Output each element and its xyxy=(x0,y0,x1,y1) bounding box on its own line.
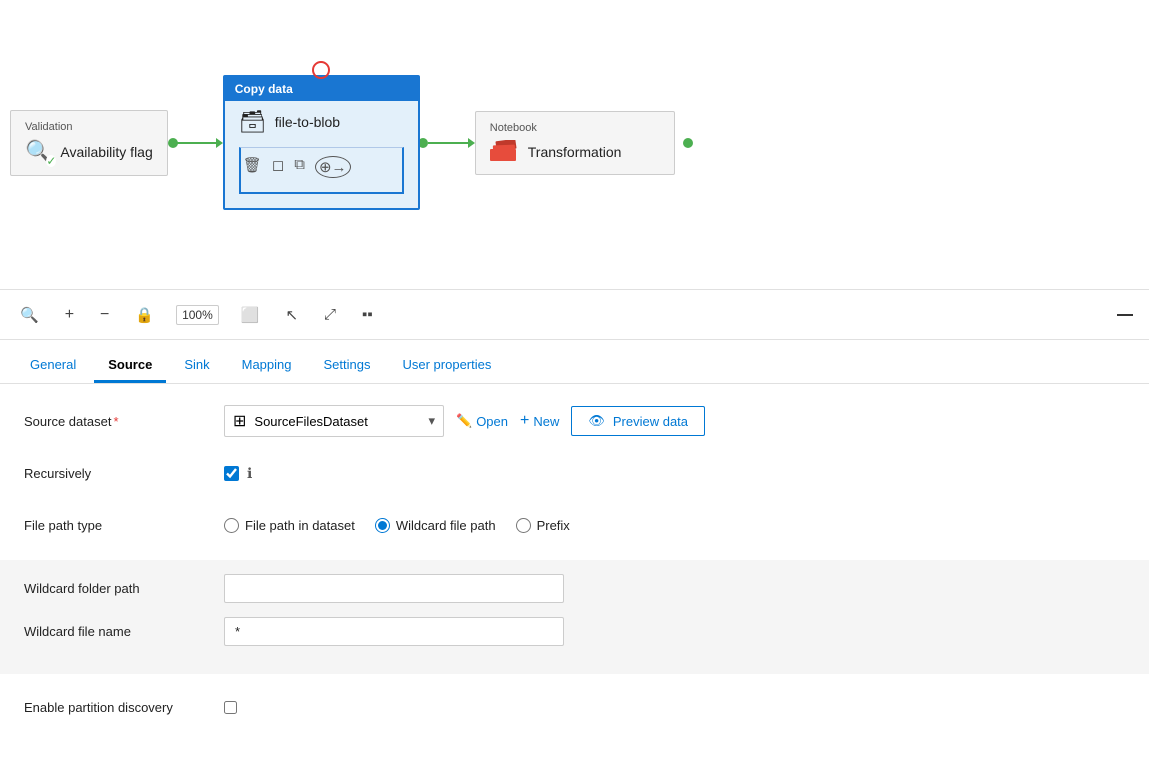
collapse-bar[interactable] xyxy=(1117,314,1133,316)
edit-icon[interactable]: ◻ xyxy=(272,156,284,178)
copy-data-body: 🗃 file-to-blob xyxy=(239,109,404,135)
copy-data-label: file-to-blob xyxy=(275,114,340,130)
lock-icon[interactable]: 🔒 xyxy=(131,302,158,328)
new-link[interactable]: + New xyxy=(520,412,559,430)
tab-user-properties[interactable]: User properties xyxy=(388,349,505,383)
recursively-checkbox[interactable] xyxy=(224,466,239,481)
arrow-2 xyxy=(420,138,475,148)
recursively-row: Recursively ℹ xyxy=(24,456,1125,490)
minimap-icon[interactable]: ▪▪ xyxy=(358,302,377,327)
fit-frame-icon[interactable]: ⬜ xyxy=(237,302,264,328)
wildcard-folder-label: Wildcard folder path xyxy=(24,581,224,596)
arrow-head-2 xyxy=(468,138,475,148)
validation-node-title: Validation xyxy=(25,121,153,133)
file-path-type-label: File path type xyxy=(24,518,224,533)
arrow-1 xyxy=(168,138,223,148)
arrow-line-2 xyxy=(428,142,468,144)
dropdown-arrow-icon: ▾ xyxy=(428,413,435,429)
wildcard-folder-input[interactable] xyxy=(224,574,564,603)
add-next-icon[interactable]: ⊕→ xyxy=(315,156,351,178)
copy-data-db-icon: 🗃 xyxy=(239,109,267,135)
source-dataset-row: Source dataset* ⊞ SourceFilesDataset ▾ ✏… xyxy=(24,404,1125,438)
partition-discovery-label: Enable partition discovery xyxy=(24,700,224,715)
pipeline-flow: Validation 🔍✓ Availability flag Copy dat… xyxy=(10,75,693,210)
search-icon[interactable] xyxy=(16,302,43,328)
radio-prefix-label: Prefix xyxy=(537,518,570,533)
notebook-node[interactable]: Notebook Transformation xyxy=(475,111,675,175)
wildcard-folder-row: Wildcard folder path xyxy=(24,574,1125,617)
partition-discovery-row: Enable partition discovery xyxy=(24,690,1125,724)
tab-mapping[interactable]: Mapping xyxy=(228,349,306,383)
wildcard-file-controls: * xyxy=(224,617,1125,646)
toolbar-right-area xyxy=(1117,314,1133,316)
plus-icon: + xyxy=(520,412,529,430)
tab-settings[interactable]: Settings xyxy=(310,349,385,383)
radio-wildcard-label: Wildcard file path xyxy=(396,518,496,533)
wildcard-section: Wildcard folder path Wildcard file name … xyxy=(0,560,1149,674)
notebook-node-body: Transformation xyxy=(490,140,660,164)
notebook-node-label: Transformation xyxy=(528,144,622,160)
form-area: Source dataset* ⊞ SourceFilesDataset ▾ ✏… xyxy=(0,384,1149,762)
tab-general[interactable]: General xyxy=(16,349,90,383)
canvas-toolbar: 🔒 100% ⬜ ↖ ⤢ ▪▪ xyxy=(0,290,1149,340)
arrow-3 xyxy=(675,138,693,148)
dataset-grid-icon: ⊞ xyxy=(233,411,246,431)
dataset-value: SourceFilesDataset xyxy=(254,414,367,429)
radio-prefix-input[interactable] xyxy=(516,518,531,533)
delete-icon[interactable]: 🗑 xyxy=(243,156,262,178)
source-dataset-select[interactable]: ⊞ SourceFilesDataset ▾ xyxy=(224,405,444,437)
copy-data-title: Copy data xyxy=(225,77,418,101)
wildcard-folder-controls xyxy=(224,574,1125,603)
copy-data-actions: 🗑 ◻ ⧉ ⊕→ xyxy=(239,147,404,194)
preview-data-button[interactable]: 👁 Preview data xyxy=(571,406,705,436)
validation-node[interactable]: Validation 🔍✓ Availability flag xyxy=(10,110,168,176)
file-path-type-row: File path type File path in dataset Wild… xyxy=(24,508,1125,542)
radio-prefix[interactable]: Prefix xyxy=(516,518,570,533)
validation-node-label: Availability flag xyxy=(60,144,152,160)
wildcard-file-row: Wildcard file name * xyxy=(24,617,1125,660)
duplicate-icon[interactable]: ⧉ xyxy=(294,156,305,178)
file-path-type-controls: File path in dataset Wildcard file path … xyxy=(224,518,1125,533)
source-dataset-label: Source dataset* xyxy=(24,414,224,429)
required-star: * xyxy=(113,414,118,429)
radio-dataset[interactable]: File path in dataset xyxy=(224,518,355,533)
pencil-icon: ✏️ xyxy=(456,413,472,429)
radio-dataset-input[interactable] xyxy=(224,518,239,533)
recursively-label: Recursively xyxy=(24,466,224,481)
arrow-line xyxy=(176,142,216,144)
preview-icon: 👁 xyxy=(588,413,605,429)
tab-source[interactable]: Source xyxy=(94,349,166,383)
notebook-icon xyxy=(490,140,520,164)
select-cursor-icon[interactable]: ↖ xyxy=(281,302,302,328)
notebook-node-title: Notebook xyxy=(490,122,660,134)
arrow-head xyxy=(216,138,223,148)
source-dataset-controls: ⊞ SourceFilesDataset ▾ ✏️ Open + New 👁 P… xyxy=(224,405,1125,437)
wildcard-file-label: Wildcard file name xyxy=(24,624,224,639)
info-icon[interactable]: ℹ xyxy=(247,465,252,482)
radio-wildcard[interactable]: Wildcard file path xyxy=(375,518,496,533)
file-path-radio-group: File path in dataset Wildcard file path … xyxy=(224,518,570,533)
radio-wildcard-input[interactable] xyxy=(375,518,390,533)
recursively-controls: ℹ xyxy=(224,465,1125,482)
tab-sink[interactable]: Sink xyxy=(170,349,223,383)
wildcard-file-input[interactable]: * xyxy=(224,617,564,646)
red-circle-indicator xyxy=(312,61,330,79)
pipeline-canvas: Validation 🔍✓ Availability flag Copy dat… xyxy=(0,0,1149,290)
partition-discovery-controls xyxy=(224,701,1125,714)
radio-dataset-label: File path in dataset xyxy=(245,518,355,533)
zoom-level[interactable]: 100% xyxy=(176,305,219,325)
resize-icon[interactable]: ⤢ xyxy=(320,302,340,327)
recursively-checkbox-row: ℹ xyxy=(224,465,252,482)
partition-discovery-checkbox[interactable] xyxy=(224,701,237,714)
zoom-in-icon[interactable] xyxy=(61,302,78,328)
arrow-right-dot-3 xyxy=(683,138,693,148)
validation-icon: 🔍✓ xyxy=(25,139,52,165)
open-link[interactable]: ✏️ Open xyxy=(456,413,508,429)
tabs-bar: General Source Sink Mapping Settings Use… xyxy=(0,340,1149,384)
copy-data-node[interactable]: Copy data 🗃 file-to-blob 🗑 ◻ ⧉ ⊕→ xyxy=(223,75,420,210)
zoom-out-icon[interactable] xyxy=(96,302,113,328)
validation-node-body: 🔍✓ Availability flag xyxy=(25,139,153,165)
